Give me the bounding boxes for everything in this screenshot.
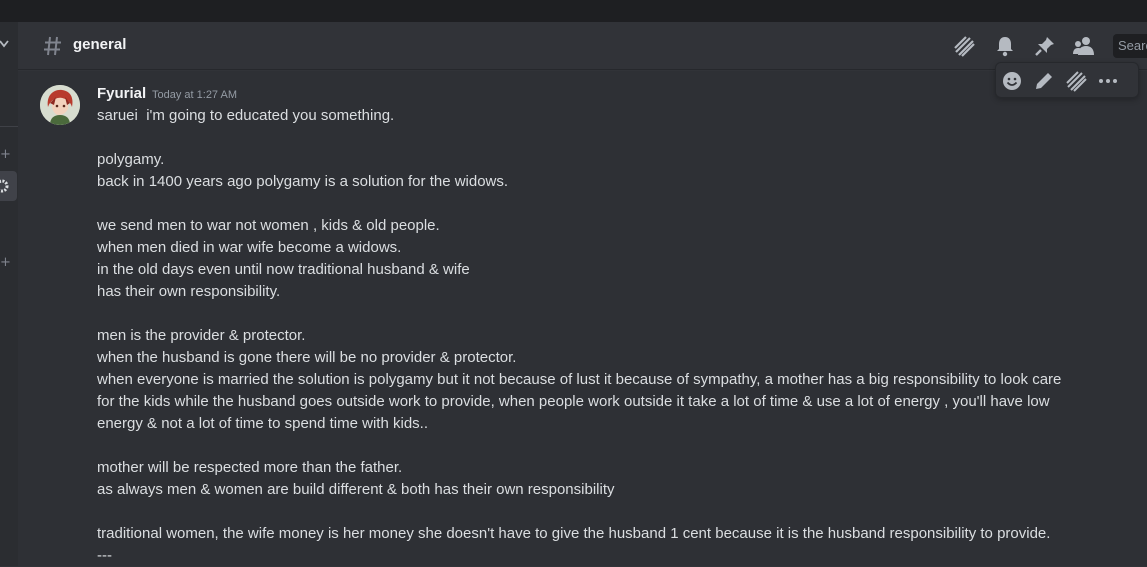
hashtag-icon [44,36,61,56]
more-icon[interactable] [1096,69,1120,93]
avatar[interactable] [40,85,80,125]
message-line [97,303,1097,325]
message-line: men is the provider & protector. [97,327,306,344]
message-timestamp: Today at 1:27 AM [152,89,237,101]
members-icon[interactable] [1072,34,1096,58]
message-line: saruei i'm going to educated you somethi… [97,107,395,124]
message-actions-toolbar [995,62,1139,98]
message-line: polygamy. [97,151,165,168]
message-line: we send men to war not women , kids & ol… [97,217,440,234]
chat-panel: general Search [18,22,1147,566]
gear-icon [0,179,9,193]
threads-icon[interactable] [952,34,976,58]
message-author[interactable]: Fyurial [97,85,146,102]
channel-settings-button[interactable] [0,171,17,201]
message-line: when men died in war wife become a widow… [97,239,402,256]
edit-icon[interactable] [1032,69,1056,93]
chevron-down-icon[interactable] [0,38,10,50]
message-line: back in 1400 years ago polygamy is a sol… [97,173,509,190]
add-channel-icon[interactable]: + [0,148,11,161]
message-list: Fyurial Today at 1:27 AM saruei i'm goin… [18,71,1147,566]
message-line [97,435,1097,457]
message-line: traditional women, the wife money is her… [97,525,1051,542]
channel-sidebar: + + [0,22,18,566]
message-line [97,127,1097,149]
add-voice-channel-icon[interactable]: + [0,256,11,269]
bell-icon[interactable] [993,34,1017,58]
window-title-bar [0,0,1147,22]
user-avatar-image [40,85,80,125]
message-line: energy & not a lot of time to spend time… [97,415,428,432]
message-line [97,193,1097,215]
message-line: mother will be respected more than the f… [97,459,403,476]
message-content: saruei i'm going to educated you somethi… [97,105,1097,567]
message-line: as always men & women are build differen… [97,481,615,498]
message-line: when everyone is married the solution is… [97,371,1062,388]
message-line: has their own responsibility. [97,283,281,300]
message-line [97,501,1097,523]
message-line: for the kids while the husband goes outs… [97,393,1050,410]
message-line: --- [97,547,112,564]
channel-header: general Search [18,22,1147,70]
emoji-icon[interactable] [1000,69,1024,93]
message-line: when the husband is gone there will be n… [97,349,517,366]
sidebar-divider [0,126,18,127]
message-line: in the old days even until now tradition… [97,261,470,278]
thread-icon[interactable] [1064,69,1088,93]
pin-icon[interactable] [1033,34,1057,58]
channel-name: general [73,36,127,53]
search-input[interactable]: Search [1113,34,1147,58]
